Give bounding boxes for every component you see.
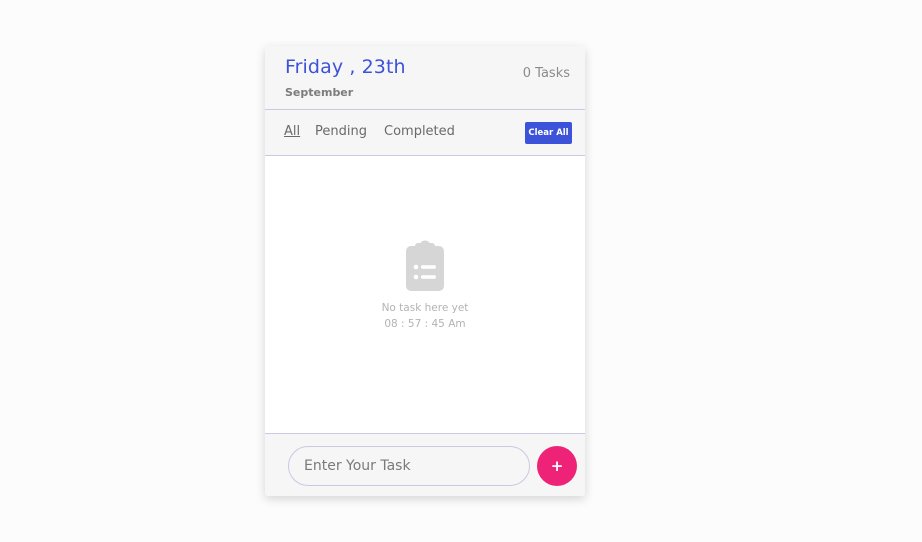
- task-list-empty-state: No task here yet 08 : 57 : 45 Am: [265, 156, 585, 433]
- empty-message: No task here yet: [381, 302, 469, 314]
- clipboard-list-icon: [406, 240, 444, 291]
- filter-all[interactable]: All: [284, 124, 300, 139]
- month-label: September: [285, 86, 354, 99]
- task-input[interactable]: [288, 446, 530, 486]
- filter-completed[interactable]: Completed: [384, 124, 455, 139]
- todo-card: Friday , 23th September 0 Tasks All Pend…: [265, 46, 585, 496]
- current-time: 08 : 57 : 45 Am: [384, 318, 466, 330]
- clear-all-button[interactable]: Clear All: [525, 122, 572, 144]
- add-task-button[interactable]: +: [537, 446, 577, 486]
- card-header: Friday , 23th September 0 Tasks: [265, 46, 585, 110]
- input-footer: +: [265, 433, 585, 496]
- task-count: 0 Tasks: [522, 66, 570, 81]
- filter-bar: All Pending Completed Clear All: [265, 110, 585, 156]
- day-title: Friday , 23th: [285, 56, 406, 78]
- filter-pending[interactable]: Pending: [315, 124, 367, 139]
